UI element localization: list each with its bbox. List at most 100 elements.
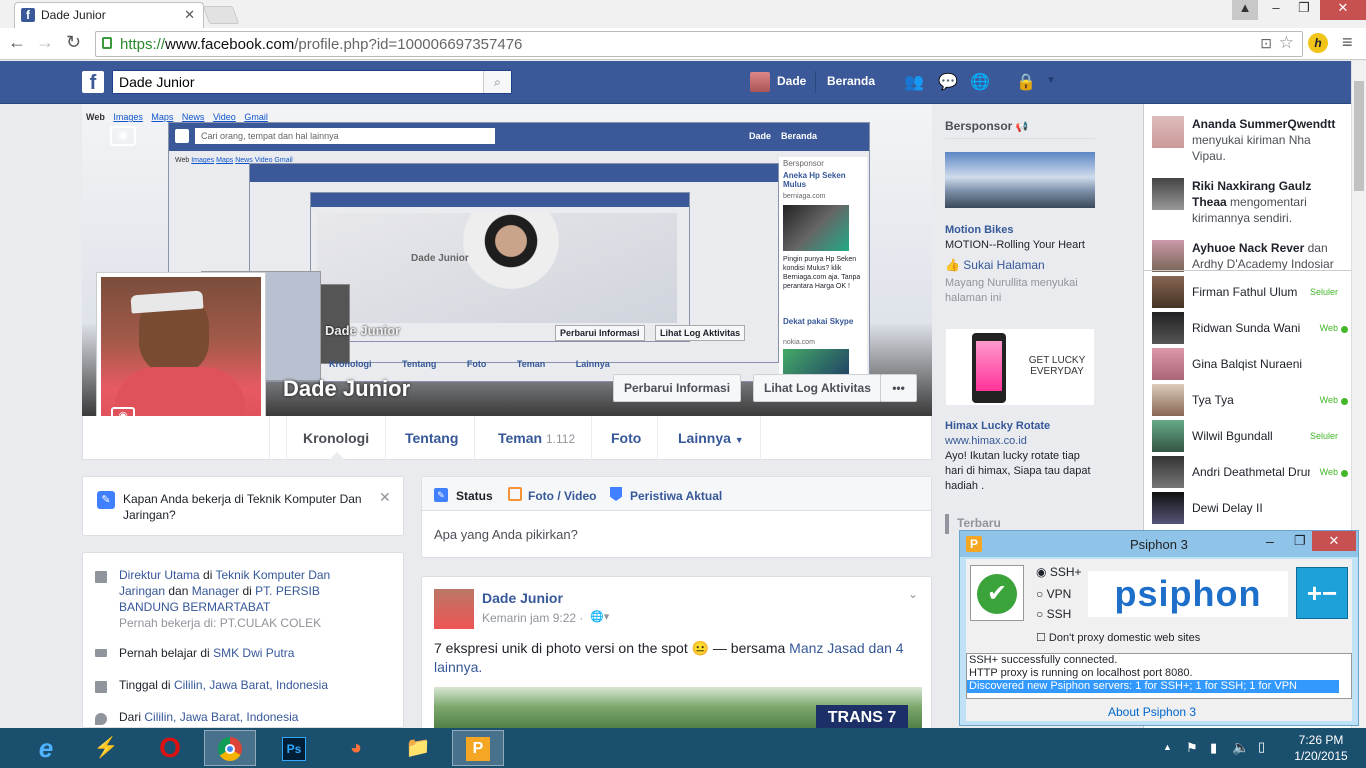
ticker-item[interactable]: Riki Naxkirang Gaulz Theaa mengomentari … xyxy=(1192,178,1342,226)
facebook-logo-icon[interactable]: f xyxy=(82,71,104,94)
activity-log-button[interactable]: Lihat Log Aktivitas xyxy=(753,374,881,402)
fb-search-input[interactable] xyxy=(113,71,483,93)
prompt-text[interactable]: Kapan Anda bekerja di Teknik Komputer Da… xyxy=(123,491,373,523)
about-psiphon-link[interactable]: About Psiphon 3 xyxy=(1108,705,1196,719)
close-window-button[interactable]: ✕ xyxy=(1312,531,1356,551)
chat-contact[interactable]: Andri Deathmetal Drum Web xyxy=(1152,456,1352,490)
avatar[interactable] xyxy=(434,589,474,629)
ad2-title[interactable]: Himax Lucky Rotate xyxy=(945,420,1050,432)
tab-teman[interactable]: Teman 1.112 xyxy=(482,416,593,460)
notifications-globe-icon[interactable]: 🌐 xyxy=(970,72,990,92)
post-options-chevron-down-icon[interactable]: ⌄ xyxy=(908,587,918,601)
tagged-friend-link[interactable]: Manz Jasad xyxy=(789,640,864,656)
internet-explorer-icon[interactable]: e xyxy=(20,730,72,766)
chat-contact[interactable]: Ridwan Sunda Wani Web xyxy=(1152,312,1352,346)
battery-icon[interactable]: ▯ xyxy=(1258,739,1265,755)
close-window-button[interactable]: ✕ xyxy=(1320,0,1366,20)
post-time[interactable]: Kemarin jam 9:22 · xyxy=(482,611,583,625)
psiphon-titlebar[interactable]: P Psiphon 3 – ❐ ✕ xyxy=(960,531,1358,557)
update-info-button[interactable]: Perbarui Informasi xyxy=(613,374,742,402)
recent-heading[interactable]: Terbaru xyxy=(957,516,1001,530)
ticker-item[interactable]: Ananda SummerQwendtt menyukai kiriman Nh… xyxy=(1192,116,1342,164)
psiphon-taskbar-icon[interactable]: P xyxy=(452,730,504,766)
browser-tab[interactable]: f Dade Junior ✕ xyxy=(14,2,204,28)
maximize-button[interactable]: ❐ xyxy=(1290,0,1318,20)
nav-home-link[interactable]: Beranda xyxy=(827,74,875,88)
new-tab-button[interactable] xyxy=(202,6,240,24)
radio-ssh[interactable]: ○ SSH xyxy=(1036,607,1071,621)
audience-globe-icon[interactable]: 🌐▾ xyxy=(590,610,609,623)
tab-foto[interactable]: Foto xyxy=(595,416,659,460)
chat-contact[interactable]: Tya Tya Web xyxy=(1152,384,1352,418)
extension-hola-icon[interactable]: h xyxy=(1308,33,1328,53)
avatar[interactable] xyxy=(750,72,770,92)
menu-icon[interactable]: ≡ xyxy=(1342,32,1353,53)
tab-close-icon[interactable]: ✕ xyxy=(184,7,195,23)
user-icon[interactable]: ▲ xyxy=(1232,0,1258,20)
bookmark-star-icon[interactable]: ☆ xyxy=(1279,33,1294,53)
search-icon[interactable]: ⌕ xyxy=(483,71,511,93)
job-title-link[interactable]: Direktur Utama xyxy=(119,568,200,582)
opera-mini-icon[interactable]: ⚡ xyxy=(80,730,132,766)
ad2-image[interactable]: GET LUCKY EVERYDAY xyxy=(945,328,1095,406)
radio-vpn[interactable]: ○ VPN xyxy=(1036,587,1071,601)
show-hidden-icons-chevron-up-icon[interactable]: ▲ xyxy=(1163,742,1172,752)
work-prompt-card: ✎ Kapan Anda bekerja di Teknik Komputer … xyxy=(82,476,404,536)
ad2-url[interactable]: www.himax.co.id xyxy=(945,434,1027,449)
browser-toolbar: ← → ↻ https://www.facebook.com/profile.p… xyxy=(0,28,1366,60)
chat-contact[interactable]: Wilwil Bgundall Seluler xyxy=(1152,420,1352,454)
volume-icon[interactable]: 🔈 xyxy=(1232,739,1249,756)
fb-search[interactable]: ⌕ xyxy=(112,70,512,94)
ad1-title[interactable]: Motion Bikes xyxy=(945,224,1013,236)
domestic-proxy-checkbox[interactable]: ☐ Don't proxy domestic web sites xyxy=(1036,631,1200,644)
post-author[interactable]: Dade Junior xyxy=(482,590,563,606)
close-icon[interactable]: ✕ xyxy=(379,489,391,506)
chat-contact[interactable]: Firman Fathul Ulum Seluler xyxy=(1152,276,1352,310)
settings-chevron-down-icon[interactable]: ▼ xyxy=(1046,75,1056,86)
from-link[interactable]: Cililin, Jawa Barat, Indonesia xyxy=(144,710,298,724)
minimize-button[interactable]: – xyxy=(1266,533,1274,549)
chat-contact[interactable]: Dewi Delay II xyxy=(1152,492,1352,526)
avatar[interactable] xyxy=(1152,240,1184,272)
settings-plus-minus-button[interactable]: +− xyxy=(1296,567,1348,619)
profile-name[interactable]: Dade Junior xyxy=(283,376,410,402)
minimize-button[interactable]: – xyxy=(1262,0,1290,20)
ticker-item[interactable]: Ayhuoe Nack Rever dan Ardhy D'Academy In… xyxy=(1192,240,1342,270)
translate-icon[interactable]: ⊡ xyxy=(1260,35,1272,52)
composer-input[interactable]: Apa yang Anda pikirkan? xyxy=(434,527,578,542)
firefox-icon[interactable]: ◕ xyxy=(330,730,382,766)
lives-in-link[interactable]: Cililin, Jawa Barat, Indonesia xyxy=(174,678,328,692)
avatar[interactable] xyxy=(1152,178,1184,210)
address-bar[interactable]: https://www.facebook.com/profile.php?id=… xyxy=(95,31,1303,57)
ad-mountain-image[interactable] xyxy=(945,152,1095,208)
forward-icon[interactable]: → xyxy=(36,32,54,53)
tab-tentang[interactable]: Tentang xyxy=(389,416,476,460)
camera-icon[interactable]: ◉ xyxy=(110,126,136,146)
avatar[interactable] xyxy=(1152,116,1184,148)
composer-status-tab[interactable]: Status xyxy=(456,489,493,503)
school-link[interactable]: SMK Dwi Putra xyxy=(213,646,294,660)
chat-contact[interactable]: Gina Balqist Nuraeni xyxy=(1152,348,1352,382)
connect-toggle-button[interactable]: ✔ xyxy=(970,565,1024,621)
photoshop-icon[interactable]: Ps xyxy=(268,730,320,766)
opera-icon[interactable]: O xyxy=(144,730,196,766)
network-signal-icon[interactable]: ▮ xyxy=(1210,740,1217,756)
more-options-button[interactable]: ••• xyxy=(880,374,917,402)
maximize-button[interactable]: ❐ xyxy=(1294,533,1306,549)
nav-user-link[interactable]: Dade xyxy=(777,74,806,88)
back-icon[interactable]: ← xyxy=(8,32,26,53)
system-clock[interactable]: 7:26 PM 1/20/2015 xyxy=(1290,732,1352,764)
friend-requests-icon[interactable]: 👥 xyxy=(904,72,924,92)
reload-icon[interactable]: ↻ xyxy=(66,32,81,53)
privacy-lock-icon[interactable]: 🔒 xyxy=(1016,72,1036,92)
messages-icon[interactable]: 💬 xyxy=(938,72,958,92)
tab-lainnya[interactable]: Lainnya ▼ xyxy=(662,416,761,460)
job-title2-link[interactable]: Manager xyxy=(192,584,239,598)
action-center-flag-icon[interactable]: ⚑ xyxy=(1186,740,1198,756)
like-page-link[interactable]: 👍 Sukai Halaman xyxy=(945,258,1045,272)
composer-event-tab[interactable]: Peristiwa Aktual xyxy=(630,489,722,503)
composer-photo-tab[interactable]: Foto / Video xyxy=(528,489,596,503)
chrome-icon[interactable] xyxy=(204,730,256,766)
radio-ssh-plus[interactable]: ◉ SSH+ xyxy=(1036,565,1082,579)
file-explorer-icon[interactable]: 📁 xyxy=(392,730,444,766)
